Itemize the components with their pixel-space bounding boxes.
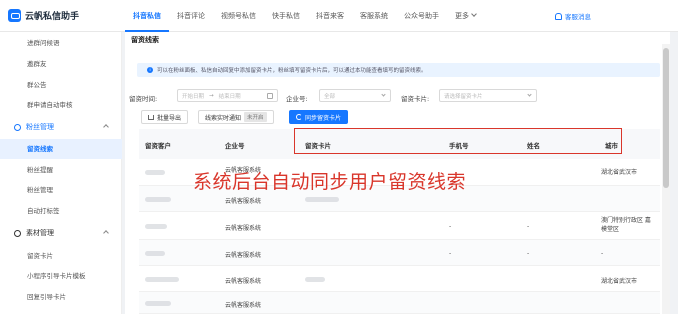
redacted-customer: [145, 251, 165, 256]
sync-cards-label: 同步留资卡片: [305, 114, 342, 122]
card-filter-label: 留资卡片:: [401, 95, 430, 103]
chevron-down-icon: [381, 92, 386, 97]
export-icon: [148, 114, 154, 120]
sidebar-item-invite[interactable]: 邀群友: [0, 54, 122, 74]
content-scrollbar[interactable]: [662, 44, 670, 314]
sidebar-group-materials-label: 素材管理: [26, 229, 54, 237]
sidebar-item-welcome[interactable]: 进群问候语: [0, 33, 122, 53]
redacted-card: [305, 277, 325, 282]
redacted-customer: [145, 277, 179, 282]
cell-corp: 云帆客服系统: [225, 225, 262, 232]
sidebar-item-announcement[interactable]: 群公告: [0, 75, 122, 95]
table-row[interactable]: 云帆客服系统 湖北省武汉市: [139, 266, 660, 292]
sync-icon: [296, 114, 302, 120]
sidebar-group-fans-label: 粉丝管理: [26, 123, 54, 131]
nav-channels-dm[interactable]: 视频号私信: [213, 0, 264, 32]
table-row[interactable]: 云帆客服系统: [139, 292, 660, 314]
nav-cs-system[interactable]: 客服系统: [352, 0, 396, 32]
nav-more[interactable]: 更多: [447, 0, 484, 32]
cell-city: -: [601, 250, 604, 257]
cell-phone: -: [449, 223, 452, 230]
info-banner: i 可以在粉丝面板、私信自动回复中添加留资卡片，粉丝填写留资卡片后，可以通过本功…: [137, 63, 660, 77]
card-select-value: 请选择留资卡片: [444, 93, 483, 100]
batch-export-button[interactable]: 批量导出: [141, 110, 189, 124]
annotation-highlight-box: [294, 128, 622, 154]
col-corp: 企业号: [225, 142, 245, 150]
nav-mp-assistant[interactable]: 公众号助手: [396, 0, 447, 32]
sync-cards-button[interactable]: 同步留资卡片: [289, 110, 349, 124]
sidebar-item-auto-tag[interactable]: 自动打标签: [0, 201, 122, 221]
chevron-down-icon: [527, 92, 532, 97]
top-nav: 抖音私信 抖音评论 视频号私信 快手私信 抖音来客 客服系统 公众号助手 更多: [125, 0, 484, 32]
bell-icon: [555, 12, 562, 20]
info-text: 可以在粉丝面板、私信自动回复中添加留资卡片，粉丝填写留资卡片后，可以通过本功能查…: [157, 68, 427, 74]
table-row[interactable]: 云帆客服系统 - - -: [139, 240, 660, 266]
sidebar-item-lead-card[interactable]: 留资卡片: [0, 246, 122, 266]
sidebar-item-reply-card[interactable]: 回复引导卡片: [0, 287, 122, 307]
app-logo[interactable]: 云帆私信助手: [8, 9, 79, 22]
corp-select-value: 全部: [324, 93, 336, 100]
chevron-up-icon: [103, 124, 109, 130]
support-label: 客服消息: [565, 13, 591, 21]
nav-more-label: 更多: [455, 12, 469, 20]
range-arrow: →: [209, 92, 214, 99]
cell-city: 湖北省武汉市: [601, 278, 638, 285]
cell-phone: -: [449, 250, 452, 257]
cell-corp: 云帆客服系统: [225, 252, 262, 259]
page-title: 留资线索: [131, 36, 159, 44]
sidebar-item-fan-reminder[interactable]: 粉丝提醒: [0, 160, 122, 180]
info-icon: i: [147, 67, 153, 73]
sidebar-item-auto-review[interactable]: 群申请自动审核: [0, 95, 122, 115]
cell-corp: 云帆客服系统: [225, 278, 262, 285]
col-customer: 留资客户: [145, 142, 171, 150]
end-date: 结束日期: [218, 93, 241, 100]
nav-douyin-dm[interactable]: 抖音私信: [125, 0, 169, 32]
fans-icon: [14, 123, 21, 131]
batch-export-label: 批量导出: [157, 114, 182, 122]
sidebar-item-leads[interactable]: 留资线索: [0, 139, 122, 159]
realtime-notify-button[interactable]: 线索实时通知 未开启: [198, 110, 274, 124]
start-date: 开始日期: [182, 93, 205, 100]
cell-corp: 云帆客服系统: [225, 302, 262, 309]
nav-douyin-comment[interactable]: 抖音评论: [169, 0, 213, 32]
calendar-icon: [267, 93, 273, 99]
table-row[interactable]: 云帆客服系统 - - 澳门特别行政区 嘉模堂区: [139, 212, 660, 240]
chat-logo-icon: [8, 9, 21, 22]
redacted-customer: [145, 301, 171, 306]
nav-douyin-laike[interactable]: 抖音来客: [308, 0, 352, 32]
nav-kuaishou-dm[interactable]: 快手私信: [264, 0, 308, 32]
cell-city: 湖北省武汉市: [601, 169, 638, 176]
date-range-picker[interactable]: 开始日期 → 结束日期: [177, 89, 278, 102]
scrollbar-thumb[interactable]: [663, 48, 669, 188]
time-filter-label: 留资时间:: [129, 95, 158, 103]
support-messages[interactable]: 客服消息: [555, 11, 591, 21]
notify-status-badge: 未开启: [244, 112, 267, 122]
app-title: 云帆私信助手: [25, 12, 80, 22]
corp-filter-label: 企业号:: [286, 95, 308, 103]
chevron-down-icon: [471, 11, 477, 17]
annotation-caption: 系统后台自动同步用户留资线索: [193, 171, 467, 193]
redacted-customer: [145, 197, 171, 202]
chevron-up-icon: [103, 230, 109, 236]
cell-city: 澳门特别行政区 嘉模堂区: [601, 217, 651, 233]
cell-corp: 云帆客服系统: [225, 198, 262, 205]
sidebar-group-fans[interactable]: 粉丝管理: [0, 117, 122, 137]
corp-select[interactable]: 全部: [319, 89, 391, 102]
redacted-customer: [145, 224, 167, 229]
sidebar-item-miniapp-card[interactable]: 小程序引导卡片模板: [0, 266, 122, 286]
redacted-customer: [145, 170, 165, 175]
materials-icon: [14, 229, 21, 237]
realtime-notify-label: 线索实时通知: [205, 114, 242, 122]
sidebar-item-fan-manage[interactable]: 粉丝管理: [0, 180, 122, 200]
cell-name: -: [527, 250, 530, 257]
card-select[interactable]: 请选择留资卡片: [439, 89, 537, 102]
sidebar: 进群问候语 邀群友 群公告 群申请自动审核 粉丝管理 留资线索 粉丝提醒 粉丝管…: [0, 32, 122, 314]
top-bar: 云帆私信助手 抖音私信 抖音评论 视频号私信 快手私信 抖音来客 客服系统 公众…: [0, 0, 678, 32]
sidebar-group-materials[interactable]: 素材管理: [0, 223, 122, 243]
cell-name: -: [527, 223, 530, 230]
redacted-card: [305, 197, 339, 202]
